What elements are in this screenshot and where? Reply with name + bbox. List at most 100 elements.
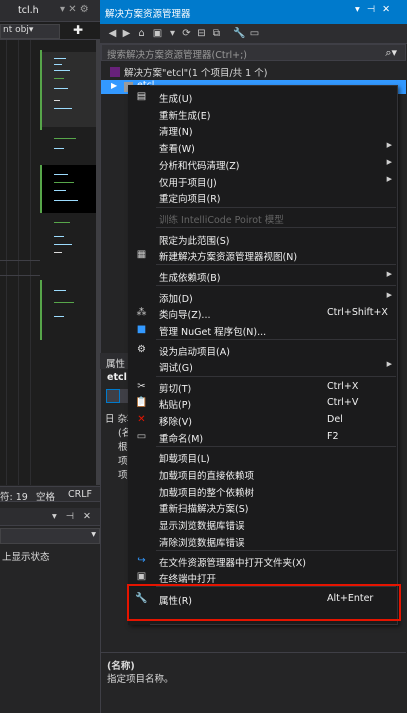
output-text: 上显示状态 bbox=[2, 552, 50, 563]
status-column: 符: 19 bbox=[0, 492, 28, 503]
collapse-all-icon[interactable]: ⊟ bbox=[195, 27, 208, 40]
property-description-text: 指定项目名称。 bbox=[107, 674, 174, 685]
menu-separator bbox=[156, 446, 396, 447]
properties-title-tab[interactable]: 属性 bbox=[100, 353, 129, 370]
solution-icon bbox=[110, 67, 120, 77]
menu-item-open-terminal[interactable]: ▣ 在终端中打开 bbox=[129, 569, 397, 585]
properties-wrench-icon[interactable]: 🔧 bbox=[233, 27, 246, 40]
solution-explorer-title: 解决方案资源管理器 bbox=[105, 9, 191, 20]
rename-icon: ▭ bbox=[136, 431, 147, 442]
menu-separator bbox=[156, 550, 396, 551]
menu-item-nuget[interactable]: ■ 管理 NuGet 程序包(N)... bbox=[129, 322, 397, 338]
build-icon: ▤ bbox=[136, 91, 147, 102]
code-minimap[interactable] bbox=[40, 40, 96, 485]
submenu-arrow-icon: ▶ bbox=[386, 158, 392, 166]
menu-item-load-dep-tree[interactable]: 加载项目的整个依赖树 bbox=[129, 483, 397, 499]
sync-icon[interactable]: ⟳ bbox=[180, 27, 193, 40]
minimap-viewport[interactable] bbox=[40, 52, 96, 127]
current-line-highlight bbox=[0, 260, 40, 276]
search-icon[interactable]: ⌕▾ bbox=[385, 46, 397, 60]
menu-item-remove[interactable]: ✕ 移除(V) Del bbox=[129, 412, 397, 428]
menu-item-show-browse-errors[interactable]: 显示浏览数据库错误 bbox=[129, 516, 397, 532]
output-toolbar: ▾ bbox=[0, 526, 100, 544]
menu-item-rescan[interactable]: 重新扫描解决方案(S) bbox=[129, 499, 397, 515]
editor-tab[interactable]: tcl.h ▾ ✕ ⚙ bbox=[0, 0, 100, 22]
solution-label: 解决方案"etcl"(1 个项目/共 1 个) bbox=[124, 68, 268, 79]
output-panel-controls[interactable]: ▾ ⊣ ✕ bbox=[52, 511, 94, 522]
submenu-arrow-icon: ▶ bbox=[386, 360, 392, 368]
remove-icon: ✕ bbox=[137, 414, 146, 425]
solution-search-input[interactable]: 搜索解决方案资源管理器(Ctrl+;) ⌕▾ bbox=[101, 44, 406, 61]
editor-tab-controls[interactable]: ▾ ✕ ⚙ bbox=[60, 4, 89, 15]
pending-changes-icon[interactable]: ▾ bbox=[166, 27, 179, 40]
tree-item-solution[interactable]: 解决方案"etcl"(1 个项目/共 1 个) bbox=[110, 65, 267, 79]
menu-item-class-wizard[interactable]: ⁂ 类向导(Z)... Ctrl+Shift+X bbox=[129, 305, 397, 321]
categorized-icon[interactable] bbox=[106, 389, 120, 403]
chevron-down-icon: ▾ bbox=[91, 529, 96, 540]
menu-separator bbox=[156, 376, 396, 377]
cut-icon: ✂ bbox=[137, 381, 146, 392]
submenu-arrow-icon: ▶ bbox=[386, 141, 392, 149]
menu-item-rebuild[interactable]: 重新生成(E) bbox=[129, 106, 397, 122]
submenu-arrow-icon: ▶ bbox=[386, 175, 392, 183]
window-menu-icon[interactable]: ▾ bbox=[355, 4, 360, 15]
back-icon[interactable]: ◀ bbox=[106, 27, 119, 40]
expand-arrow-icon[interactable]: ▶ bbox=[111, 81, 117, 90]
show-all-files-icon[interactable]: ⧉ bbox=[210, 27, 223, 40]
menu-item-paste[interactable]: 📋 粘贴(P) Ctrl+V bbox=[129, 395, 397, 411]
editor-nav-bar: nt obj▾ ✚ bbox=[0, 22, 100, 40]
paste-icon: 📋 bbox=[135, 397, 148, 408]
menu-item-clean[interactable]: 清理(N) bbox=[129, 122, 397, 138]
menu-item-clear-browse-errors[interactable]: 清除浏览数据库错误 bbox=[129, 533, 397, 549]
menu-item-rename[interactable]: ▭ 重命名(M) F2 bbox=[129, 429, 397, 445]
menu-item-scope[interactable]: 限定为此范围(S) bbox=[129, 231, 397, 247]
output-source-dropdown[interactable]: ▾ bbox=[0, 528, 100, 544]
menu-separator bbox=[156, 285, 396, 286]
menu-item-view[interactable]: 查看(W) ▶ bbox=[129, 139, 397, 155]
menu-separator bbox=[156, 227, 396, 228]
solution-explorer-toolbar: ◀ ▶ ⌂ ▣ ▾ ⟳ ⊟ ⧉ 🔧 ▭ bbox=[100, 24, 407, 44]
menu-separator bbox=[156, 339, 396, 340]
editor-status-bar: 符: 19 空格 CRLF bbox=[0, 486, 100, 503]
code-area[interactable] bbox=[0, 40, 40, 485]
pin-icon[interactable]: ⊣ bbox=[367, 4, 375, 15]
search-placeholder: 搜索解决方案资源管理器(Ctrl+;) bbox=[107, 50, 247, 61]
nuget-icon: ■ bbox=[136, 324, 147, 335]
properties-object-name: etcl bbox=[107, 372, 127, 383]
menu-item-open-folder[interactable]: ↪ 在文件资源管理器中打开文件夹(X) bbox=[129, 553, 397, 569]
menu-item-debug[interactable]: 调试(G) ▶ bbox=[129, 358, 397, 374]
menu-item-new-view[interactable]: ▦ 新建解决方案资源管理器视图(N) bbox=[129, 247, 397, 263]
switch-views-icon[interactable]: ▣ bbox=[151, 27, 164, 40]
home-icon[interactable]: ⌂ bbox=[135, 27, 148, 40]
member-dropdown[interactable]: nt obj▾ bbox=[0, 24, 60, 39]
menu-item-set-startup[interactable]: ⚙ 设为启动项目(A) bbox=[129, 342, 397, 358]
menu-item-analyze[interactable]: 分析和代码清理(Z) ▶ bbox=[129, 156, 397, 172]
menu-item-cut[interactable]: ✂ 剪切(T) Ctrl+X bbox=[129, 379, 397, 395]
menu-item-build-deps[interactable]: 生成依赖项(B) ▶ bbox=[129, 268, 397, 284]
menu-item-project-only[interactable]: 仅用于项目(J) ▶ bbox=[129, 173, 397, 189]
open-folder-icon: ↪ bbox=[137, 555, 146, 566]
status-spaces[interactable]: 空格 bbox=[36, 489, 55, 503]
menu-item-build[interactable]: ▤ 生成(U) bbox=[129, 89, 397, 105]
close-icon[interactable]: ✕ bbox=[382, 4, 390, 15]
menu-item-unload[interactable]: 卸载项目(L) bbox=[129, 449, 397, 465]
minimap-dark-block bbox=[40, 165, 96, 213]
preview-icon[interactable]: ▭ bbox=[248, 27, 261, 40]
forward-icon[interactable]: ▶ bbox=[120, 27, 133, 40]
menu-item-load-direct-deps[interactable]: 加载项目的直接依赖项 bbox=[129, 466, 397, 482]
status-eol[interactable]: CRLF bbox=[68, 489, 92, 500]
description-divider bbox=[101, 652, 406, 653]
settings-icon: ⚙ bbox=[137, 344, 146, 355]
menu-separator bbox=[156, 207, 396, 208]
terminal-icon: ▣ bbox=[136, 571, 147, 582]
menu-item-retarget[interactable]: 重定向项目(R) bbox=[129, 189, 397, 205]
submenu-arrow-icon: ▶ bbox=[386, 291, 392, 299]
editor-tab-name[interactable]: tcl.h bbox=[18, 5, 39, 16]
expand-icon[interactable]: ✚ bbox=[60, 23, 96, 38]
menu-item-add[interactable]: 添加(D) ▶ bbox=[129, 289, 397, 305]
solution-explorer-title-bar: 解决方案资源管理器 ▾ ⊣ ✕ bbox=[100, 0, 407, 24]
output-panel-title: ▾ ⊣ ✕ bbox=[0, 508, 100, 526]
menu-item-train-intellicode: 训练 IntelliCode Poirot 模型 bbox=[159, 215, 284, 226]
highlight-annotation-box bbox=[127, 584, 401, 621]
menu-separator bbox=[156, 264, 396, 265]
